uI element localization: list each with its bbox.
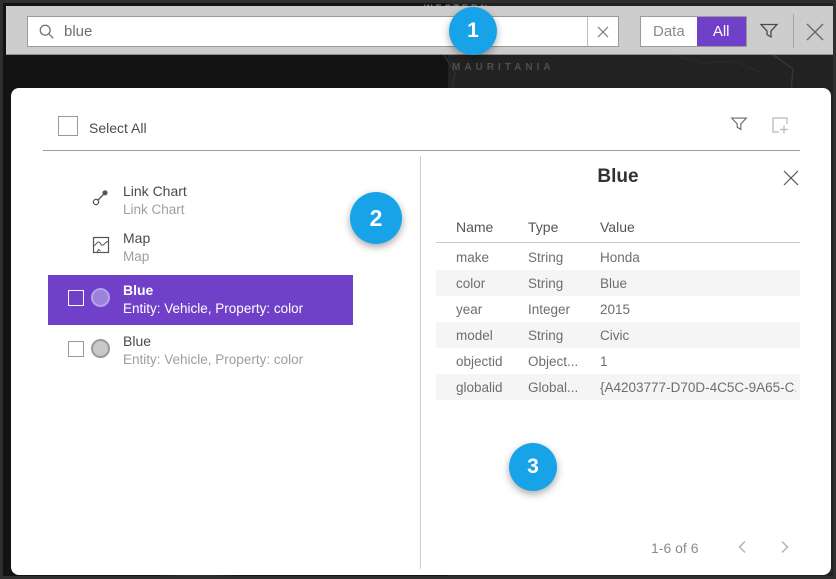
search-box xyxy=(27,16,619,47)
table-header-divider xyxy=(436,242,800,243)
app-window: WESTERN MAURITANIA Data All xyxy=(0,0,836,579)
table-cell: String xyxy=(528,250,600,265)
list-item-blue-selected[interactable]: Blue Entity: Vehicle, Property: color xyxy=(48,275,353,325)
detail-title: Blue xyxy=(436,166,800,188)
table-cell: String xyxy=(528,328,600,343)
table-cell: Integer xyxy=(528,302,600,317)
table-cell: model xyxy=(456,328,528,343)
callout-1: 1 xyxy=(449,7,497,55)
pagination-next-icon[interactable] xyxy=(775,538,793,556)
list-item-blue[interactable]: Blue Entity: Vehicle, Property: color xyxy=(48,328,353,374)
search-toolbar: Data All xyxy=(6,6,836,55)
select-all-label: Select All xyxy=(89,120,147,136)
table-cell: objectid xyxy=(456,354,528,369)
list-item-title: Map xyxy=(123,230,150,247)
results-filter-icon[interactable] xyxy=(729,114,749,134)
callout-3: 3 xyxy=(509,443,557,491)
list-item-title: Blue xyxy=(123,282,153,299)
table-row: modelStringCivic xyxy=(436,322,800,348)
close-search-icon[interactable] xyxy=(803,20,827,44)
panel-header-divider xyxy=(43,150,800,151)
table-cell: Civic xyxy=(600,328,796,343)
pagination-prev-icon[interactable] xyxy=(734,538,752,556)
list-item-subtitle: Link Chart xyxy=(123,201,185,218)
callout-2: 2 xyxy=(350,192,402,244)
select-all-checkbox[interactable] xyxy=(58,116,78,136)
table-cell: Object... xyxy=(528,354,600,369)
table-row: objectidObject...1 xyxy=(436,348,800,374)
column-header-value: Value xyxy=(600,219,635,235)
panel-vertical-divider xyxy=(420,156,421,569)
pagination-label: 1-6 of 6 xyxy=(651,540,698,556)
search-clear-button[interactable] xyxy=(587,17,618,46)
map-label-mauritania: MAURITANIA xyxy=(452,62,555,73)
table-cell: {A4203777-D70D-4C5C-9A65-C... xyxy=(600,380,796,395)
column-header-name: Name xyxy=(456,219,493,235)
detail-close-icon[interactable] xyxy=(781,168,801,188)
link-chart-icon xyxy=(91,187,111,207)
table-cell: Honda xyxy=(600,250,796,265)
table-row: globalidGlobal...{A4203777-D70D-4C5C-9A6… xyxy=(436,374,800,400)
toggle-option-data[interactable]: Data xyxy=(641,17,697,46)
map-icon xyxy=(91,235,111,255)
entity-circle-icon xyxy=(91,288,110,307)
column-header-type: Type xyxy=(528,219,558,235)
scope-toggle: Data All xyxy=(640,16,747,47)
filter-icon[interactable] xyxy=(758,20,780,42)
list-item-subtitle: Entity: Vehicle, Property: color xyxy=(123,300,303,317)
toggle-option-all[interactable]: All xyxy=(697,17,746,46)
item-checkbox[interactable] xyxy=(68,290,84,306)
add-to-selection-icon[interactable] xyxy=(768,113,792,137)
table-cell: make xyxy=(456,250,528,265)
table-cell: Global... xyxy=(528,380,600,395)
search-results-panel: Select All Link Chart Link Chart xyxy=(11,88,831,575)
item-checkbox[interactable] xyxy=(68,341,84,357)
search-icon xyxy=(38,23,56,41)
table-cell: color xyxy=(456,276,528,291)
detail-table-rows: makeStringHondacolorStringBlueyearIntege… xyxy=(436,244,800,400)
table-cell: 2015 xyxy=(600,302,796,317)
table-cell: String xyxy=(528,276,600,291)
clear-x-icon xyxy=(597,26,609,38)
list-item-title: Blue xyxy=(123,333,151,350)
search-input[interactable] xyxy=(56,17,587,46)
table-cell: 1 xyxy=(600,354,796,369)
table-row: makeStringHonda xyxy=(436,244,800,270)
list-item-title: Link Chart xyxy=(123,183,187,200)
table-cell: Blue xyxy=(600,276,796,291)
list-item-map[interactable]: Map Map xyxy=(48,226,353,270)
toolbar-divider xyxy=(793,14,794,48)
table-row: colorStringBlue xyxy=(436,270,800,296)
table-cell: globalid xyxy=(456,380,528,395)
entity-circle-icon xyxy=(91,339,110,358)
table-row: yearInteger2015 xyxy=(436,296,800,322)
list-item-link-chart[interactable]: Link Chart Link Chart xyxy=(48,180,353,224)
table-cell: year xyxy=(456,302,528,317)
list-item-subtitle: Map xyxy=(123,248,149,265)
list-item-subtitle: Entity: Vehicle, Property: color xyxy=(123,351,303,368)
